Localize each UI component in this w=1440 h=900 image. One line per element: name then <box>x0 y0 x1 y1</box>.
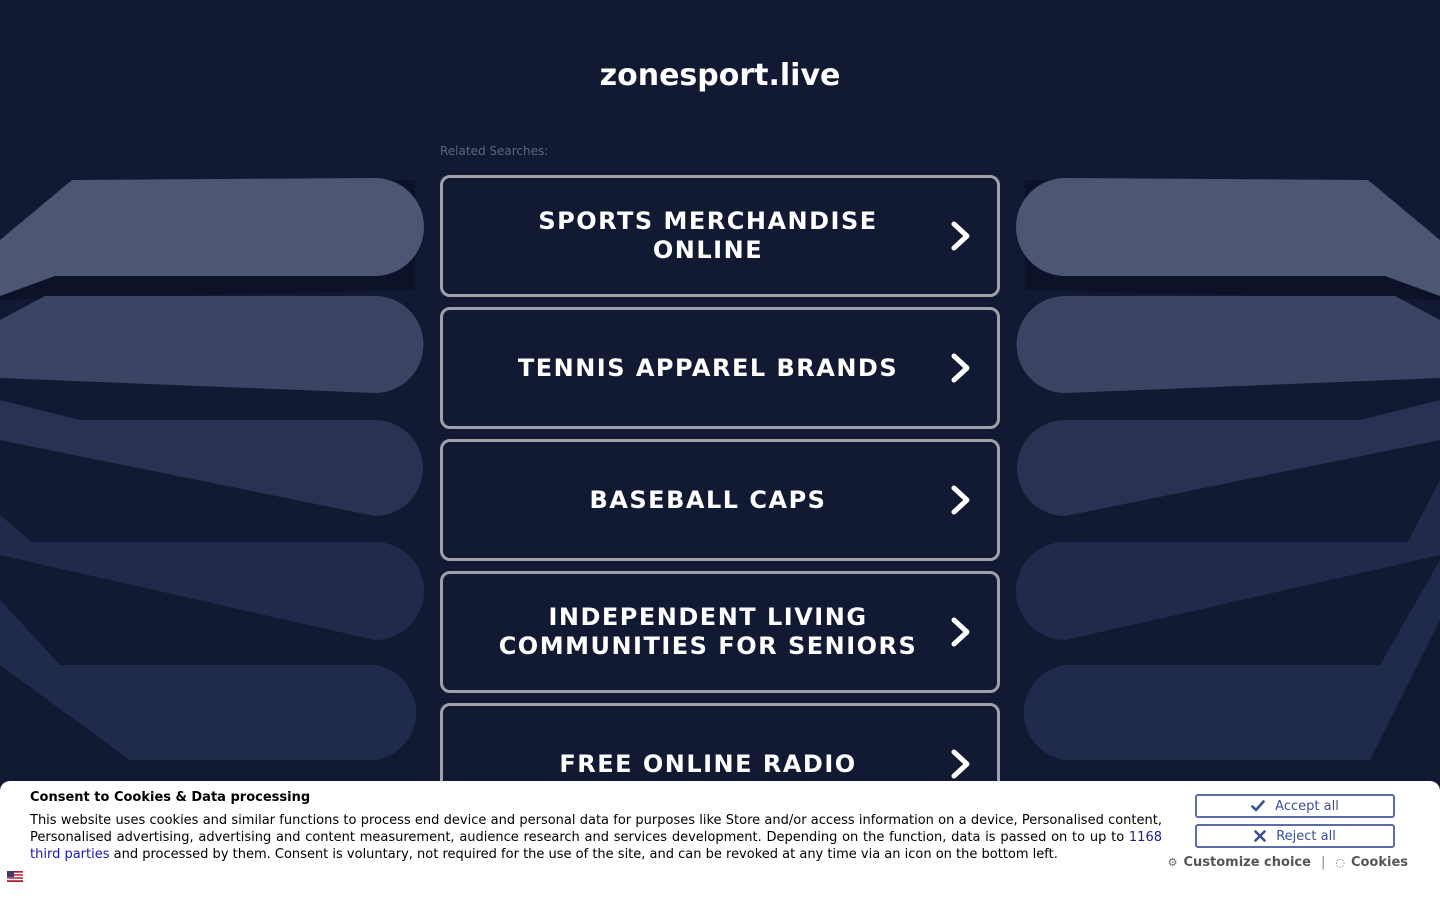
close-icon <box>1254 830 1266 842</box>
accept-all-button[interactable]: Accept all <box>1195 794 1395 818</box>
chevron-right-icon <box>951 221 970 251</box>
left-bands <box>0 178 424 760</box>
right-bands <box>1016 178 1440 760</box>
chevron-right-icon <box>951 485 970 515</box>
related-link-baseball-caps[interactable]: BASEBALL CAPS <box>440 439 1000 561</box>
chevron-right-icon <box>951 353 970 383</box>
related-link-label: BASEBALL CAPS <box>589 485 827 514</box>
related-link-tennis-apparel[interactable]: TENNIS APPAREL BRANDS <box>440 307 1000 429</box>
related-searches-list: SPORTS MERCHANDISE ONLINE TENNIS APPAREL… <box>440 175 1000 835</box>
consent-text-before: This website uses cookies and similar fu… <box>30 813 1162 845</box>
related-link-label: INDEPENDENT LIVING COMMUNITIES FOR SENIO… <box>498 603 918 660</box>
reject-all-button[interactable]: Reject all <box>1195 824 1395 848</box>
link-separator: | <box>1320 855 1326 870</box>
customize-choice-label: Customize choice <box>1183 855 1311 870</box>
consent-title: Consent to Cookies & Data processing <box>30 790 311 805</box>
cookie-consent-banner: Consent to Cookies & Data processing Thi… <box>0 781 1440 900</box>
consent-text-after: and processed by them. Consent is volunt… <box>109 847 1058 862</box>
gear-icon: ⚙ <box>1167 856 1178 869</box>
accept-all-label: Accept all <box>1275 798 1339 814</box>
cookies-link[interactable]: ◌ Cookies <box>1335 855 1408 870</box>
check-icon <box>1251 800 1265 812</box>
related-searches-label: Related Searches: <box>440 144 549 158</box>
chevron-right-icon <box>951 749 970 779</box>
site-title: zonesport.live <box>599 58 841 93</box>
related-link-label: TENNIS APPAREL BRANDS <box>517 353 899 382</box>
related-link-label: FREE ONLINE RADIO <box>559 749 857 778</box>
cookies-label: Cookies <box>1350 855 1408 870</box>
language-flag-icon[interactable] <box>7 871 23 882</box>
related-link-sports-merchandise[interactable]: SPORTS MERCHANDISE ONLINE <box>440 175 1000 297</box>
consent-secondary-links: ⚙ Customize choice | ◌ Cookies <box>1168 855 1408 870</box>
customize-choice-link[interactable]: ⚙ Customize choice <box>1168 855 1311 870</box>
related-link-independent-living[interactable]: INDEPENDENT LIVING COMMUNITIES FOR SENIO… <box>440 571 1000 693</box>
cookie-icon: ◌ <box>1335 856 1345 869</box>
consent-text: This website uses cookies and similar fu… <box>30 812 1162 863</box>
chevron-right-icon <box>951 617 970 647</box>
related-link-label: SPORTS MERCHANDISE ONLINE <box>538 207 878 264</box>
reject-all-label: Reject all <box>1276 828 1336 844</box>
